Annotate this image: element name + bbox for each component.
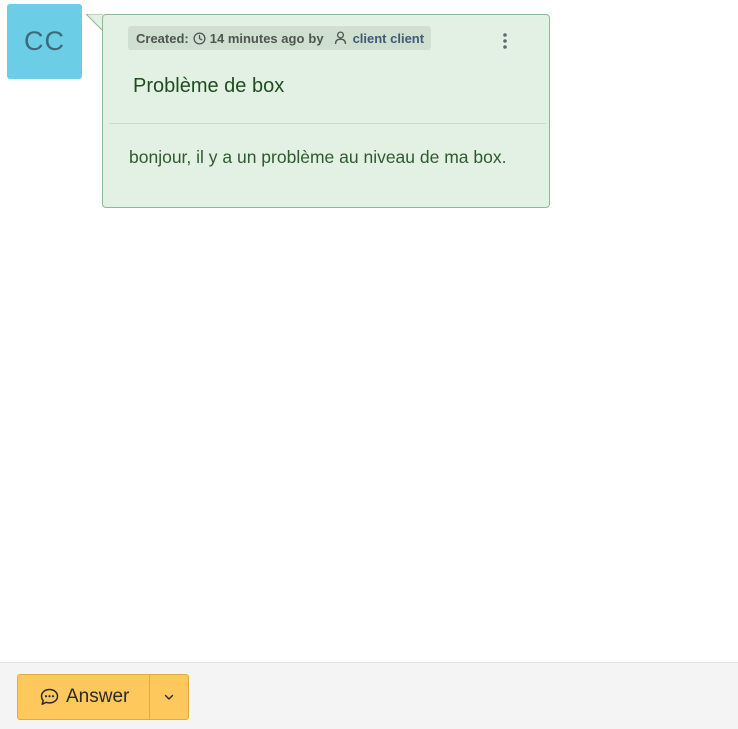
by-label: by (308, 30, 324, 46)
avatar-initials: CC (24, 26, 65, 56)
author-link[interactable]: client client (353, 31, 425, 46)
answer-button[interactable]: Answer (18, 675, 149, 719)
clock-icon (193, 31, 206, 45)
answer-label: Answer (66, 686, 130, 707)
time-ago: 14 minutes ago (209, 30, 305, 46)
answer-button-group: Answer (17, 674, 190, 720)
kebab-menu-icon[interactable] (496, 30, 514, 52)
message-body: bonjour, il y a un problème au niveau de… (129, 147, 507, 167)
message-title: Problème de box (133, 75, 285, 97)
ticket-timeline: CC Created: 14 minutes ago by client cli… (0, 0, 738, 729)
answer-dropdown-toggle[interactable] (149, 675, 188, 719)
footer-bar: Answer (0, 662, 738, 729)
created-label: Created: (136, 30, 189, 46)
divider (109, 123, 546, 124)
user-icon (334, 31, 347, 45)
avatar: CC (7, 4, 82, 79)
message-meta: Created: 14 minutes ago by client client (128, 26, 432, 50)
chevron-down-icon (164, 688, 174, 706)
message-bubble: Created: 14 minutes ago by client client (102, 14, 550, 208)
chat-bubble-icon (40, 688, 59, 706)
